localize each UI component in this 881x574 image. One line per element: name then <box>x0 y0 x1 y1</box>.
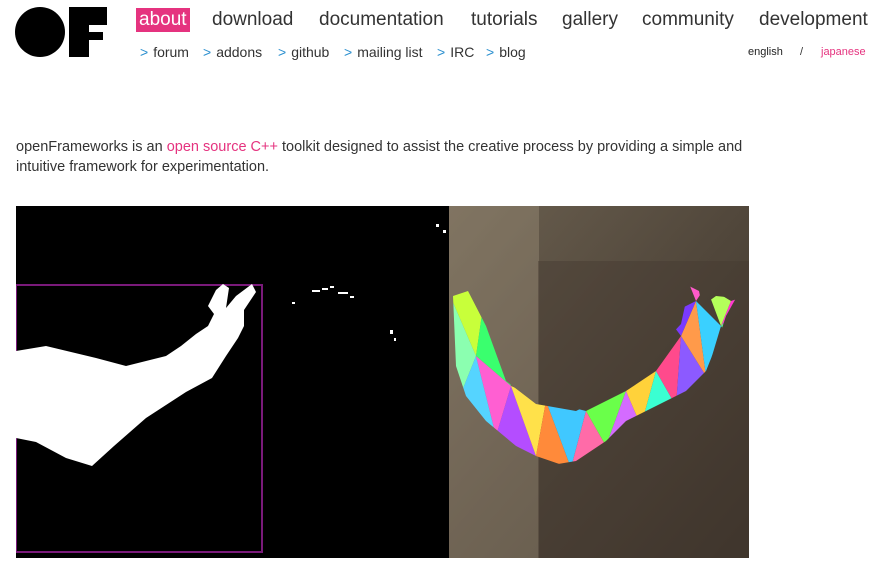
nav-gallery[interactable]: gallery <box>562 8 618 32</box>
logo-f-shape <box>69 7 107 57</box>
hero-image <box>16 206 749 558</box>
lang-separator: / <box>800 46 804 58</box>
nav-documentation[interactable]: documentation <box>319 8 444 32</box>
subnav-forum[interactable]: > forum <box>140 43 189 61</box>
subnav-addons[interactable]: > addons <box>203 43 262 61</box>
nav-download[interactable]: download <box>212 8 293 32</box>
arrow-icon: > <box>278 44 287 60</box>
subnav-mailing-list-label: mailing list <box>357 44 423 60</box>
subnav-mailing-list[interactable]: > mailing list <box>344 43 423 61</box>
subnav-blog-label: blog <box>499 44 526 60</box>
nav-about[interactable]: about <box>136 8 190 32</box>
lang-english[interactable]: english <box>748 44 783 60</box>
open-source-link[interactable]: open source C++ <box>167 139 278 155</box>
arrow-icon: > <box>486 44 495 60</box>
subnav-github[interactable]: > github <box>278 43 329 61</box>
subnav-blog[interactable]: > blog <box>486 43 526 61</box>
nav-community[interactable]: community <box>642 8 734 32</box>
arrow-icon: > <box>344 44 353 60</box>
arrow-icon: > <box>140 44 149 60</box>
nav-development[interactable]: development <box>759 8 868 32</box>
intro-text: openFrameworks is an open source C++ too… <box>16 137 756 177</box>
subnav-irc-label: IRC <box>450 44 475 60</box>
openframeworks-logo[interactable] <box>15 7 107 57</box>
logo-o-shape <box>15 7 65 57</box>
arrow-icon: > <box>437 44 446 60</box>
subnav-addons-label: addons <box>216 44 263 60</box>
arrow-icon: > <box>203 44 212 60</box>
lang-japanese[interactable]: japanese <box>821 44 866 60</box>
subnav-github-label: github <box>291 44 330 60</box>
intro-text-start: openFrameworks is an <box>16 138 167 155</box>
subnav-irc[interactable]: > IRC <box>437 43 474 61</box>
nav-tutorials[interactable]: tutorials <box>471 8 538 32</box>
subnav-forum-label: forum <box>153 44 189 60</box>
